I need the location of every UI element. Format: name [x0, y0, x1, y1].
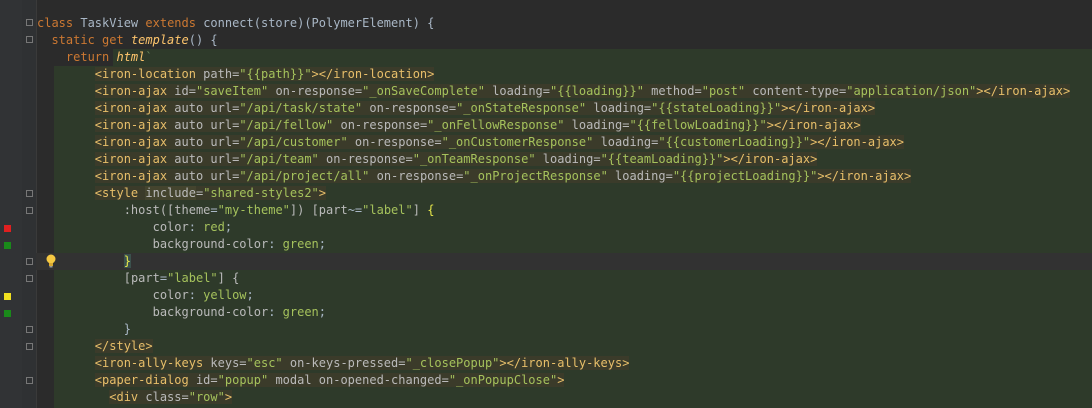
- code-line[interactable]: <style include="shared-styles2">: [37, 185, 327, 202]
- caret-line-highlight: [36, 253, 1092, 270]
- fold-toggle-icon[interactable]: [26, 207, 33, 214]
- code-line[interactable]: </style>: [37, 338, 153, 355]
- code-line[interactable]: [part="label"] {: [37, 270, 240, 287]
- code-line[interactable]: <iron-ajax auto url="/api/project/all" o…: [37, 168, 912, 185]
- code-line[interactable]: <iron-location path="{{path}}"></iron-lo…: [37, 66, 435, 83]
- fold-toggle-icon[interactable]: [26, 326, 33, 333]
- code-line[interactable]: }: [37, 253, 131, 270]
- code-line[interactable]: background-color: green;: [37, 304, 326, 321]
- code-line[interactable]: <iron-ajax auto url="/api/fellow" on-res…: [37, 117, 861, 134]
- code-line[interactable]: color: red;: [37, 219, 233, 236]
- code-line[interactable]: <iron-ally-keys keys="esc" on-keys-press…: [37, 355, 630, 372]
- code-line[interactable]: background-color: green;: [37, 236, 326, 253]
- code-editor[interactable]: class TaskView extends connect(store)(Po…: [0, 0, 1092, 408]
- fold-toggle-icon[interactable]: [26, 258, 33, 265]
- code-line[interactable]: <div class="row">: [37, 389, 233, 406]
- color-swatch-red[interactable]: [4, 225, 11, 232]
- fold-toggle-icon[interactable]: [26, 377, 33, 384]
- code-line[interactable]: <iron-ajax auto url="/api/task/state" on…: [37, 100, 876, 117]
- fold-toggle-icon[interactable]: [26, 36, 33, 43]
- fold-toggle-icon[interactable]: [26, 343, 33, 350]
- code-line[interactable]: <iron-ajax auto url="/api/customer" on-r…: [37, 134, 904, 151]
- code-line[interactable]: <iron-ajax id="saveItem" on-response="_o…: [37, 83, 1071, 100]
- code-line[interactable]: <paper-dialog id="popup" modal on-opened…: [37, 372, 565, 389]
- color-swatch-yellow[interactable]: [4, 293, 11, 300]
- code-line[interactable]: static get template() {: [37, 32, 217, 49]
- code-line[interactable]: class TaskView extends connect(store)(Po…: [37, 15, 434, 32]
- fold-toggle-icon[interactable]: [26, 275, 33, 282]
- line-gutter[interactable]: [0, 0, 22, 408]
- code-line[interactable]: return html`: [37, 49, 153, 66]
- code-line[interactable]: }: [37, 321, 131, 338]
- template-literal-region: [113, 49, 1092, 66]
- code-line[interactable]: color: yellow;: [37, 287, 254, 304]
- code-line[interactable]: :host([theme="my-theme"]) [part~="label"…: [37, 202, 435, 219]
- code-line[interactable]: <iron-ajax auto url="/api/team" on-respo…: [37, 151, 818, 168]
- color-swatch-green[interactable]: [4, 242, 11, 249]
- fold-toggle-icon[interactable]: [26, 190, 33, 197]
- fold-toggle-icon[interactable]: [26, 19, 33, 26]
- color-swatch-green[interactable]: [4, 310, 11, 317]
